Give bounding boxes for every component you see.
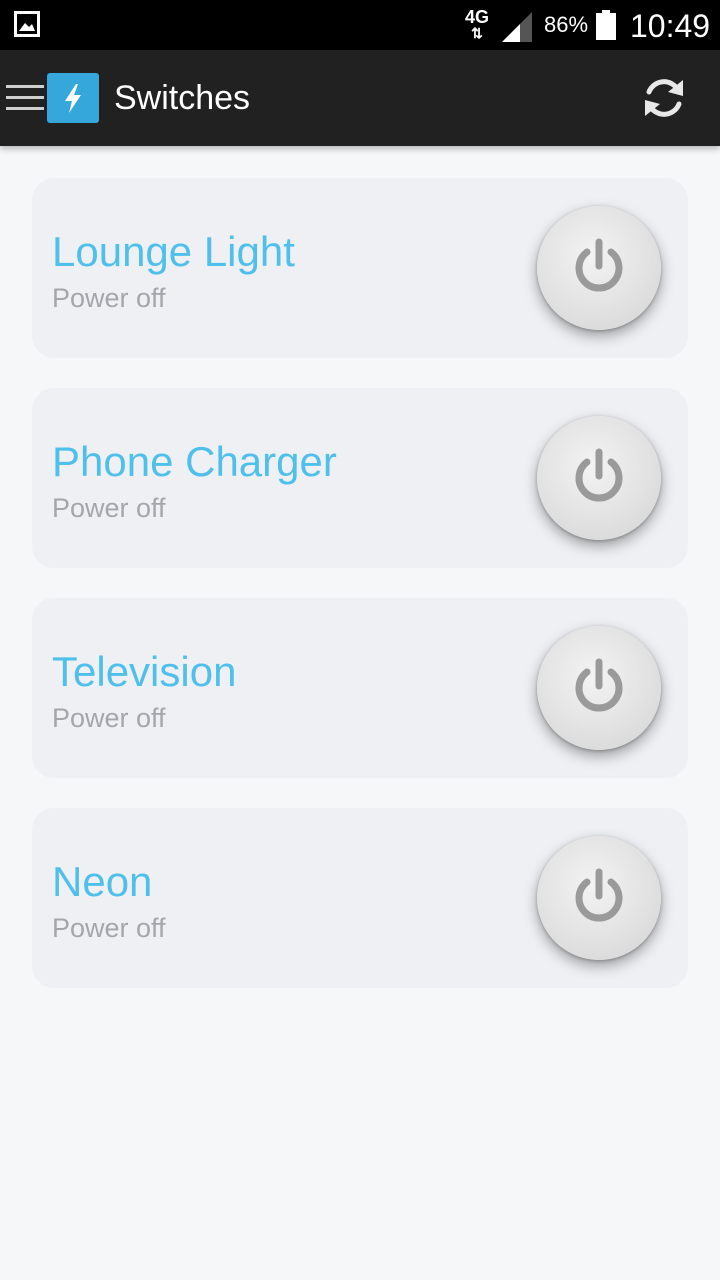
switch-status: Power off: [52, 703, 166, 733]
power-button[interactable]: [537, 836, 661, 960]
power-icon: [575, 868, 623, 922]
lightning-icon: [65, 84, 81, 113]
switch-status: Power off: [52, 283, 166, 313]
gallery-icon: [14, 11, 40, 37]
switch-list: Lounge Light Power off Phone Charger Pow…: [32, 178, 688, 1018]
switch-status: Power off: [52, 493, 166, 523]
switch-name: Neon: [52, 858, 153, 905]
signal-icon: [502, 12, 532, 42]
switch-name: Television: [52, 648, 237, 695]
switch-status: Power off: [52, 913, 166, 943]
power-button[interactable]: [537, 416, 661, 540]
switch-card-lounge-light[interactable]: Lounge Light Power off: [32, 178, 688, 358]
power-button[interactable]: [537, 206, 661, 330]
switch-card-television[interactable]: Television Power off: [32, 598, 688, 778]
battery-percent: 86%: [544, 12, 589, 37]
power-icon: [575, 448, 623, 502]
app-bar: Switches: [0, 50, 720, 146]
menu-icon[interactable]: [6, 83, 44, 113]
switch-card-neon[interactable]: Neon Power off: [32, 808, 688, 988]
power-icon: [575, 238, 623, 292]
switch-card-phone-charger[interactable]: Phone Charger Power off: [32, 388, 688, 568]
page-title: Switches: [114, 79, 251, 117]
battery-icon: [596, 10, 616, 40]
status-bar: 4G ⇅ 86% 10:49: [0, 0, 720, 50]
power-button[interactable]: [537, 626, 661, 750]
clock: 10:49: [630, 8, 711, 44]
refresh-icon[interactable]: [638, 72, 690, 124]
power-icon: [575, 658, 623, 712]
network-type-label: 4G: [464, 7, 489, 27]
switch-name: Lounge Light: [52, 228, 295, 275]
network-indicator: 4G ⇅: [462, 8, 492, 44]
data-arrows-icon: ⇅: [471, 25, 483, 41]
app-logo[interactable]: [47, 73, 99, 123]
switch-name: Phone Charger: [52, 438, 337, 485]
